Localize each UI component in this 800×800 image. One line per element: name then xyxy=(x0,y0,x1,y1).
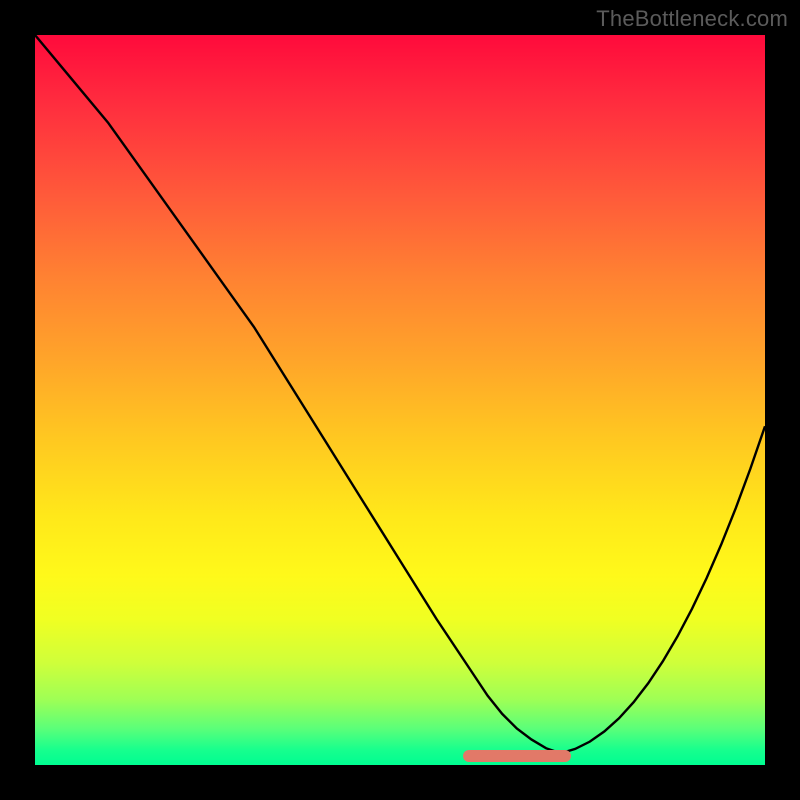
right-curve xyxy=(561,426,765,753)
pink-band-marker xyxy=(463,750,571,762)
chart-frame: TheBottleneck.com xyxy=(0,0,800,800)
plot-area xyxy=(35,35,765,765)
left-curve xyxy=(35,35,561,753)
curve-layer xyxy=(35,35,765,765)
watermark-text: TheBottleneck.com xyxy=(596,6,788,32)
